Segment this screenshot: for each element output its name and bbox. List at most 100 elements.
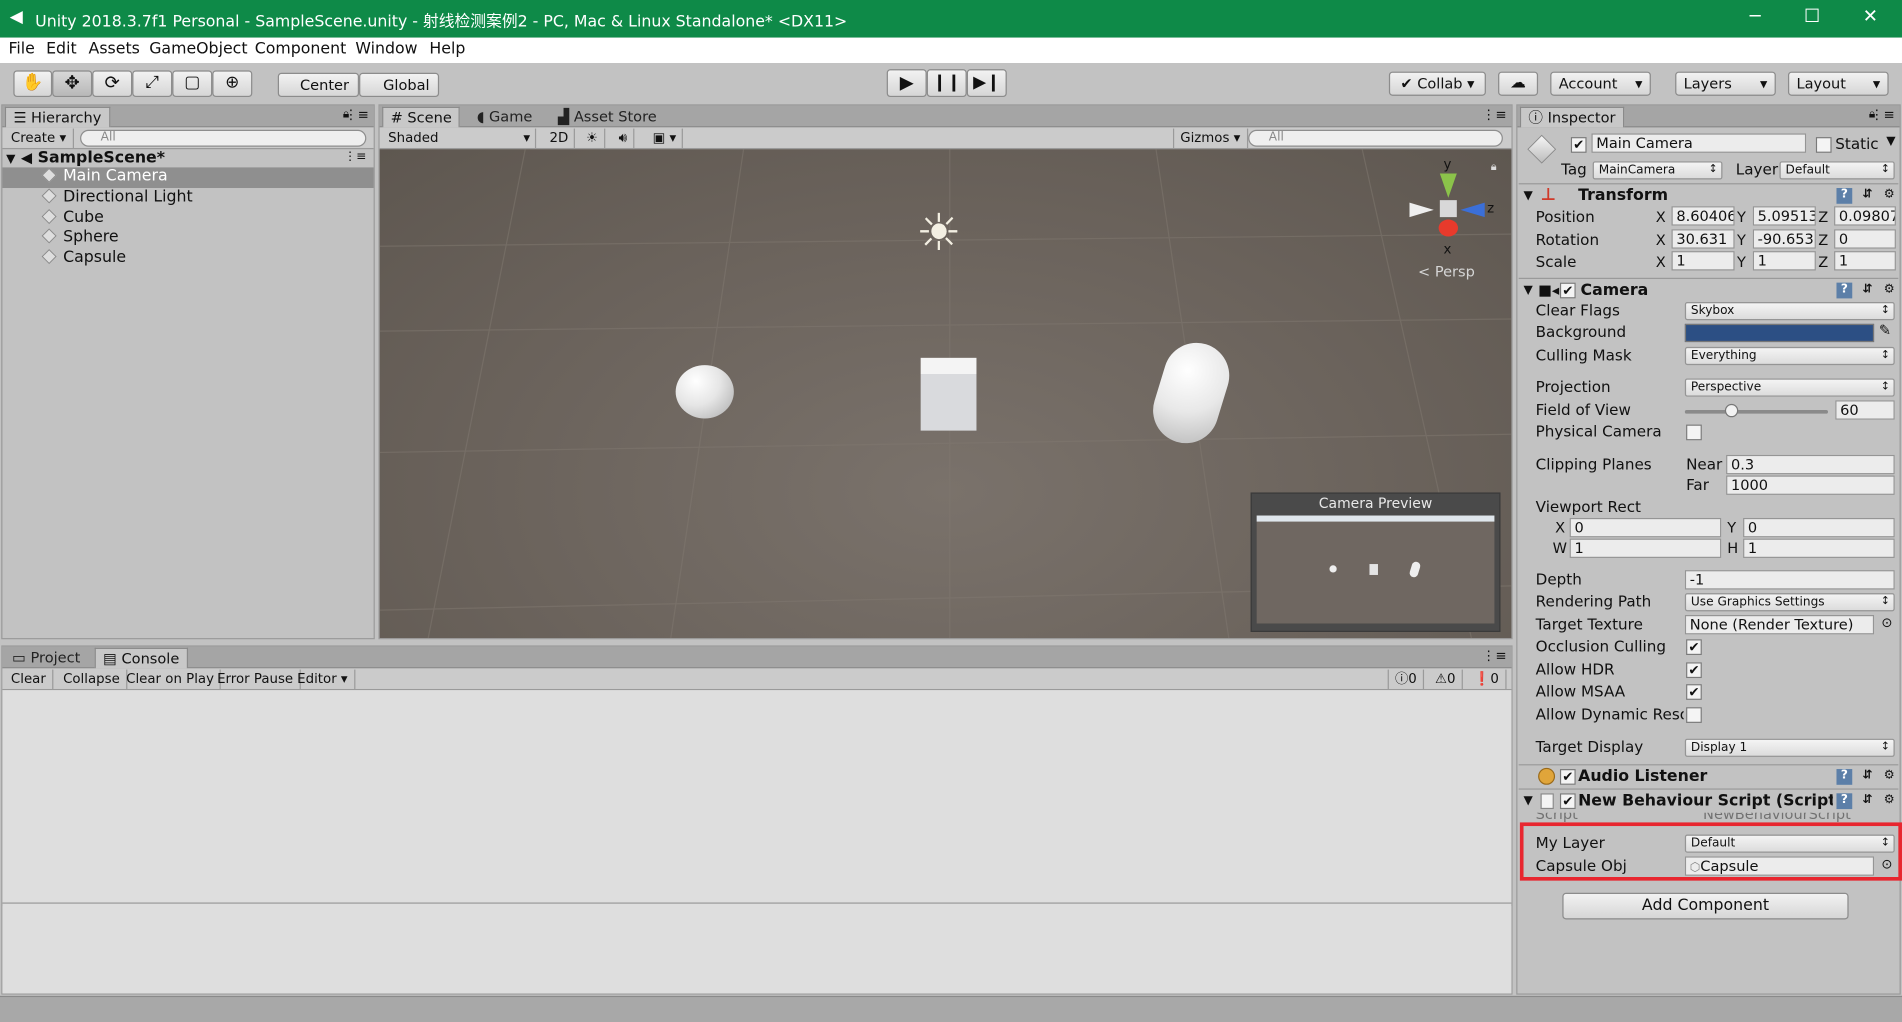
lighting-toggle[interactable]: ☀: [580, 128, 606, 148]
position-y-field[interactable]: 5.09513: [1752, 206, 1816, 226]
transform-tool-button[interactable]: ⊕: [212, 70, 253, 98]
list-item[interactable]: Sphere: [2, 228, 373, 249]
layer-dropdown[interactable]: Default: [1779, 161, 1895, 180]
pause-button[interactable]: ❙❙: [926, 69, 967, 98]
scene-menu-icon[interactable]: ⋮≡: [344, 148, 366, 167]
rotation-z-field[interactable]: 0: [1834, 229, 1896, 249]
position-x-field[interactable]: 8.60406: [1671, 206, 1735, 226]
scene-orientation-gizmo[interactable]: y z x: [1402, 156, 1499, 260]
move-tool-button[interactable]: ✥: [52, 70, 93, 98]
tab-inspector[interactable]: ⓘ Inspector: [1519, 106, 1624, 128]
cube-object[interactable]: [920, 357, 977, 431]
create-dropdown[interactable]: Create ▾: [5, 128, 74, 148]
gear-icon[interactable]: ⚙: [1881, 283, 1897, 299]
rotation-x-field[interactable]: 30.631: [1671, 229, 1735, 249]
menu-gameobject[interactable]: GameObject: [149, 40, 247, 58]
viewport-w-field[interactable]: 1: [1569, 538, 1722, 558]
help-book-icon[interactable]: ?: [1836, 282, 1853, 299]
audio-listener-component-header[interactable]: ✔ Audio Listener ? ⇵ ⚙: [1518, 764, 1899, 788]
effects-dropdown[interactable]: ▣ ▾: [647, 128, 684, 148]
preset-icon[interactable]: ⇵: [1860, 283, 1876, 299]
menu-assets[interactable]: Assets: [89, 40, 140, 58]
panel-menu-icon[interactable]: ⋮≡: [1482, 648, 1507, 664]
gear-icon[interactable]: ⚙: [1881, 769, 1897, 785]
preset-icon[interactable]: ⇵: [1860, 769, 1876, 785]
allow-msaa-checkbox[interactable]: ✔: [1686, 684, 1702, 700]
layout-dropdown[interactable]: Layout ▾: [1787, 71, 1889, 96]
object-picker-icon[interactable]: ⊙: [1881, 856, 1892, 872]
shading-mode-dropdown[interactable]: Shaded ▾: [382, 128, 537, 148]
transform-component-header[interactable]: ▼ ⊥ Transform ? ⇵ ⚙: [1518, 183, 1899, 207]
cloud-button[interactable]: ☁: [1498, 71, 1539, 96]
panel-menu-icon[interactable]: ⋮≡: [1870, 107, 1895, 123]
close-button[interactable]: ✕: [1858, 5, 1882, 27]
maximize-button[interactable]: ☐: [1800, 5, 1824, 27]
gizmos-dropdown[interactable]: Gizmos ▾: [1172, 128, 1248, 148]
console-detail-area[interactable]: [2, 906, 1512, 994]
tab-asset-store[interactable]: ▟ Asset Store: [551, 107, 664, 128]
collab-dropdown[interactable]: ✔ Collab ▾: [1388, 71, 1486, 96]
gear-icon[interactable]: ⚙: [1881, 793, 1897, 809]
2d-toggle[interactable]: 2D: [543, 128, 576, 148]
list-item[interactable]: Capsule: [2, 249, 373, 270]
scale-x-field[interactable]: 1: [1671, 251, 1735, 271]
fov-field[interactable]: 60: [1835, 400, 1895, 420]
scale-y-field[interactable]: 1: [1752, 251, 1816, 271]
static-checkbox[interactable]: [1815, 137, 1832, 153]
error-count-toggle[interactable]: ❗0: [1468, 669, 1507, 689]
menu-component[interactable]: Component: [255, 40, 347, 58]
directional-light-sun-icon[interactable]: ☀: [916, 207, 962, 258]
tab-console[interactable]: ▤ Console: [94, 647, 188, 669]
clear-on-play-button[interactable]: Clear on Play: [120, 669, 222, 689]
minimize-button[interactable]: ─: [1743, 5, 1767, 27]
scene-search-input[interactable]: All: [1248, 129, 1503, 147]
panel-menu-icon[interactable]: ⋮≡: [1482, 107, 1507, 123]
physical-camera-checkbox[interactable]: [1686, 424, 1702, 441]
menu-help[interactable]: Help: [429, 40, 465, 58]
allow-dynamic-resolution-checkbox[interactable]: [1686, 707, 1702, 723]
script-enabled-checkbox[interactable]: ✔: [1559, 793, 1576, 810]
background-color-swatch[interactable]: [1684, 323, 1875, 343]
near-field[interactable]: 0.3: [1726, 454, 1895, 475]
menu-window[interactable]: Window: [355, 40, 417, 58]
warning-count-toggle[interactable]: ⚠0: [1429, 669, 1463, 689]
camera-component-header[interactable]: ▼ ■◂ ✔ Camera ? ⇵ ⚙: [1518, 277, 1899, 302]
viewport-x-field[interactable]: 0: [1569, 517, 1722, 538]
rendering-path-dropdown[interactable]: Use Graphics Settings: [1684, 593, 1895, 612]
hierarchy-search-input[interactable]: All: [80, 129, 367, 147]
audio-toggle[interactable]: 🔊︎: [613, 128, 635, 148]
rotate-tool-button[interactable]: ⟳: [92, 70, 133, 98]
persp-label[interactable]: < Persp: [1418, 263, 1475, 280]
projection-dropdown[interactable]: Perspective: [1684, 378, 1895, 397]
info-count-toggle[interactable]: ⓘ0: [1387, 669, 1425, 689]
list-item[interactable]: Main Camera: [2, 167, 374, 189]
preset-icon[interactable]: ⇵: [1860, 188, 1876, 204]
preset-icon[interactable]: ⇵: [1860, 793, 1876, 809]
menu-file[interactable]: File: [8, 40, 34, 58]
list-item[interactable]: Directional Light: [2, 188, 373, 209]
error-pause-button[interactable]: Error Pause: [211, 669, 301, 689]
help-book-icon[interactable]: ?: [1836, 793, 1853, 810]
step-button[interactable]: ▶❙: [966, 69, 1007, 98]
fov-slider-handle[interactable]: [1724, 403, 1739, 418]
panel-menu-icon[interactable]: ⋮≡: [344, 107, 369, 123]
scene-viewport[interactable]: ☀ y z x 🔒︎ < Persp Camera Preview: [379, 149, 1512, 639]
scene-root-item[interactable]: ▼ ◀ SampleScene* ⋮≡: [2, 148, 373, 169]
pivot-global-button[interactable]: Global: [359, 72, 440, 98]
fov-slider-track[interactable]: [1684, 409, 1828, 414]
my-layer-dropdown[interactable]: Default: [1684, 834, 1895, 853]
help-book-icon[interactable]: ?: [1836, 188, 1853, 204]
account-dropdown[interactable]: Account ▾: [1550, 71, 1651, 96]
object-name-field[interactable]: Main Camera: [1591, 133, 1807, 153]
help-book-icon[interactable]: ?: [1836, 769, 1853, 785]
script-component-header[interactable]: ▼ ✔ New Behaviour Script (Script ? ⇵ ⚙: [1518, 788, 1899, 812]
camera-enabled-checkbox[interactable]: ✔: [1559, 282, 1576, 299]
clear-button[interactable]: Clear: [5, 669, 54, 689]
clear-flags-dropdown[interactable]: Skybox: [1684, 302, 1895, 321]
object-picker-icon[interactable]: ⊙: [1881, 615, 1892, 631]
static-dropdown-arrow-icon[interactable]: ▼: [1886, 135, 1895, 148]
rect-tool-button[interactable]: ▢: [172, 70, 213, 98]
far-field[interactable]: 1000: [1726, 475, 1895, 495]
scale-tool-button[interactable]: ⤢: [132, 70, 173, 98]
viewport-h-field[interactable]: 1: [1743, 538, 1895, 558]
